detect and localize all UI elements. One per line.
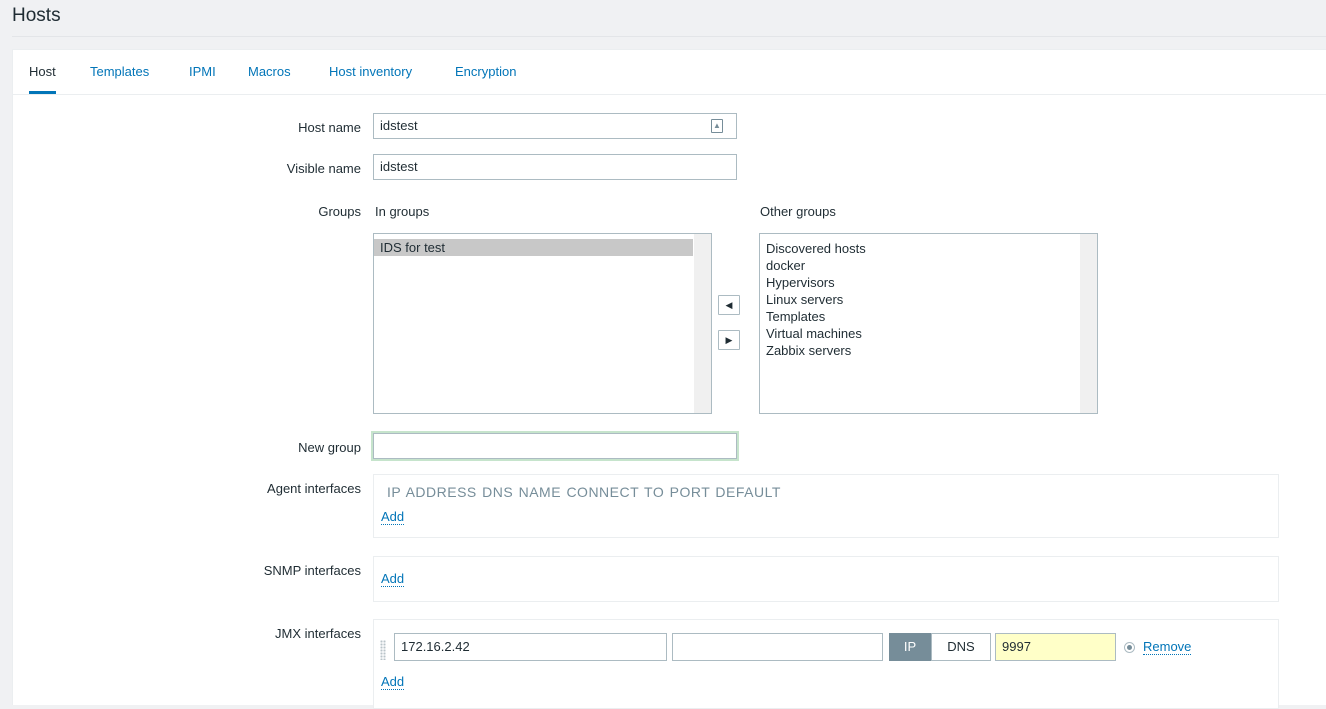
host-form-panel: Host Templates IPMI Macros Host inventor… bbox=[12, 49, 1326, 709]
tab-encryption[interactable]: Encryption bbox=[455, 50, 516, 93]
scrollbar[interactable] bbox=[694, 234, 711, 413]
scrollbar[interactable] bbox=[1080, 234, 1097, 413]
other-groups-listbox[interactable]: Discovered hosts docker Hypervisors Linu… bbox=[759, 233, 1098, 414]
tab-host[interactable]: Host bbox=[29, 50, 56, 94]
drag-handle-icon[interactable] bbox=[380, 640, 386, 660]
list-item[interactable]: Templates bbox=[760, 308, 1097, 325]
contact-card-icon[interactable]: ▲ bbox=[711, 119, 723, 133]
list-item[interactable]: Discovered hosts bbox=[760, 240, 1097, 257]
list-item[interactable]: docker bbox=[760, 257, 1097, 274]
visible-name-input[interactable]: idstest bbox=[373, 154, 737, 180]
tab-macros[interactable]: Macros bbox=[248, 50, 291, 93]
tab-templates[interactable]: Templates bbox=[90, 50, 149, 93]
host-name-label: Host name bbox=[298, 120, 361, 135]
tab-host-inventory[interactable]: Host inventory bbox=[329, 50, 412, 93]
page-title: Hosts bbox=[12, 5, 61, 26]
tab-bar: Host Templates IPMI Macros Host inventor… bbox=[13, 50, 1326, 95]
visible-name-label: Visible name bbox=[286, 161, 361, 176]
new-group-label: New group bbox=[298, 440, 361, 455]
agent-interfaces-box: IP ADDRESS DNS NAME CONNECT TO PORT DEFA… bbox=[373, 474, 1279, 538]
connect-dns-button[interactable]: DNS bbox=[931, 633, 991, 661]
list-item[interactable]: Linux servers bbox=[760, 291, 1097, 308]
jmx-dns-input[interactable] bbox=[672, 633, 883, 661]
jmx-remove-link[interactable]: Remove bbox=[1143, 640, 1192, 655]
snmp-interfaces-label: SNMP interfaces bbox=[263, 563, 361, 578]
host-name-input[interactable]: idstest bbox=[373, 113, 737, 139]
jmx-interfaces-label: JMX interfaces bbox=[275, 626, 361, 641]
jmx-add-link[interactable]: Add bbox=[381, 675, 405, 690]
groups-label: Groups bbox=[318, 204, 361, 219]
agent-add-link[interactable]: Add bbox=[381, 510, 405, 525]
title-divider bbox=[12, 36, 1326, 37]
snmp-interfaces-box: Add bbox=[373, 556, 1279, 602]
list-item[interactable]: IDS for test bbox=[374, 239, 693, 256]
agent-interfaces-header: IP ADDRESS DNS NAME CONNECT TO PORT DEFA… bbox=[387, 484, 781, 500]
in-groups-label: In groups bbox=[375, 204, 430, 219]
connect-ip-button[interactable]: IP bbox=[889, 633, 931, 661]
list-item[interactable]: Hypervisors bbox=[760, 274, 1097, 291]
tab-ipmi[interactable]: IPMI bbox=[189, 50, 216, 93]
new-group-input[interactable] bbox=[371, 431, 739, 461]
jmx-port-input[interactable]: 9997 bbox=[995, 633, 1116, 661]
jmx-interfaces-box: 172.16.2.42 IP DNS 9997 Remove Add bbox=[373, 619, 1279, 709]
default-radio[interactable] bbox=[1124, 642, 1135, 653]
other-groups-label: Other groups bbox=[760, 204, 836, 219]
jmx-ip-input[interactable]: 172.16.2.42 bbox=[394, 633, 667, 661]
list-item[interactable]: Zabbix servers bbox=[760, 342, 1097, 359]
list-item[interactable]: Virtual machines bbox=[760, 325, 1097, 342]
move-left-button[interactable]: ◀ bbox=[718, 295, 740, 315]
snmp-add-link[interactable]: Add bbox=[381, 572, 405, 587]
agent-interfaces-label: Agent interfaces bbox=[267, 481, 361, 496]
move-right-button[interactable]: ▶ bbox=[718, 330, 740, 350]
in-groups-listbox[interactable]: IDS for test bbox=[373, 233, 712, 414]
